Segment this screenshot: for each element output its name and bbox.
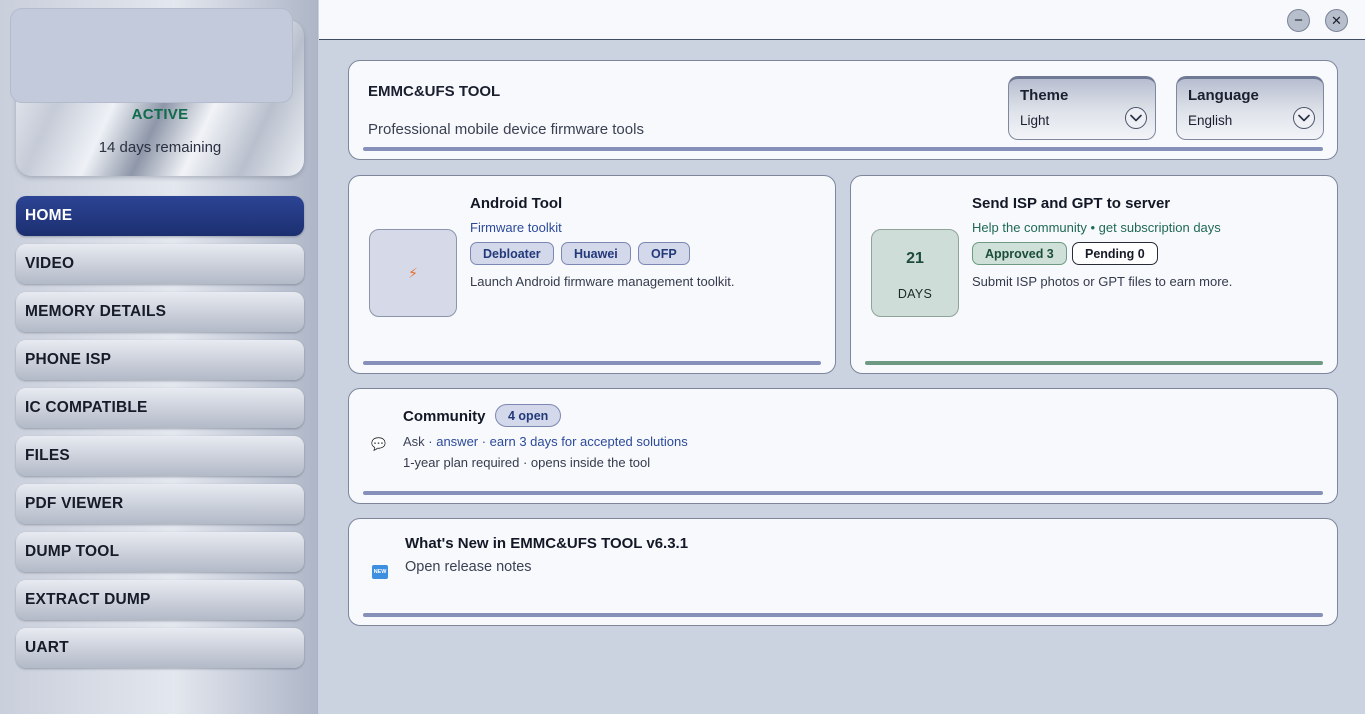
sidebar-item-extract-dump[interactable]: EXTRACT DUMP [16, 580, 304, 620]
whats-new-title: What's New in EMMC&UFS TOOL v6.3.1 [405, 535, 689, 552]
theme-select[interactable]: Theme Light [1008, 76, 1156, 140]
community-title: Community [403, 408, 486, 425]
sidebar-item-memory-details[interactable]: MEMORY DETAILS [16, 292, 304, 332]
community-requirement: 1-year plan required · opens inside the … [403, 455, 651, 470]
android-tool-accent-bar [363, 361, 821, 365]
whats-new-card[interactable]: NEW What's New in EMMC&UFS TOOL v6.3.1 O… [348, 518, 1338, 626]
minimize-icon: − [1294, 12, 1303, 29]
chat-bubble-icon: 💬 [371, 437, 386, 451]
sidebar-nav: HOME VIDEO MEMORY DETAILS PHONE ISP IC C… [16, 196, 304, 676]
chevron-down-icon[interactable] [1125, 107, 1147, 129]
theme-value: Light [1020, 113, 1050, 128]
community-card[interactable]: 💬 Community 4 open Ask · answer · earn 3… [348, 388, 1338, 504]
days-reward-tile: 21 DAYS [871, 229, 959, 317]
license-header-panel [10, 8, 293, 103]
theme-label: Theme [1020, 87, 1069, 104]
sidebar-item-phone-isp[interactable]: PHONE ISP [16, 340, 304, 380]
language-select[interactable]: Language English [1176, 76, 1324, 140]
community-tagline-rest: · answer · earn 3 days for accepted solu… [424, 434, 688, 449]
app-header-card: EMMC&UFS TOOL Professional mobile device… [348, 60, 1338, 160]
community-tagline: Ask · answer · earn 3 days for accepted … [403, 434, 688, 449]
pending-badge[interactable]: Pending 0 [1072, 242, 1158, 265]
license-days-remaining: 14 days remaining [98, 139, 222, 156]
android-tool-title: Android Tool [470, 195, 563, 212]
community-open-badge[interactable]: 4 open [495, 404, 562, 427]
title-bar: − ✕ [319, 0, 1365, 40]
whats-new-accent-bar [363, 613, 1323, 617]
approved-badge[interactable]: Approved 3 [972, 242, 1067, 265]
send-isp-card[interactable]: 21 DAYS Send ISP and GPT to server Help … [850, 175, 1338, 374]
close-icon: ✕ [1331, 12, 1342, 28]
sidebar-item-pdf-viewer[interactable]: PDF VIEWER [16, 484, 304, 524]
chip-ofp[interactable]: OFP [638, 242, 690, 265]
sidebar-item-video[interactable]: VIDEO [16, 244, 304, 284]
sidebar-item-files[interactable]: FILES [16, 436, 304, 476]
chip-huawei[interactable]: Huawei [561, 242, 631, 265]
sidebar-item-uart[interactable]: UART [16, 628, 304, 668]
community-accent-bar [363, 491, 1323, 495]
isp-subtitle: Help the community • get subscription da… [972, 220, 1221, 235]
new-badge-icon: NEW [372, 565, 388, 579]
app-subtitle: Professional mobile device firmware tool… [368, 121, 644, 138]
header-accent-bar [363, 147, 1323, 151]
days-value: 21 [906, 250, 924, 267]
android-tool-description: Launch Android firmware management toolk… [470, 274, 735, 289]
sidebar-item-dump-tool[interactable]: DUMP TOOL [16, 532, 304, 572]
android-tool-subtitle: Firmware toolkit [470, 220, 562, 235]
isp-accent-bar [865, 361, 1323, 365]
chip-debloater[interactable]: Debloater [470, 242, 554, 265]
app-title: EMMC&UFS TOOL [368, 83, 501, 100]
release-notes-link[interactable]: Open release notes [405, 559, 532, 575]
sidebar: ACTIVE 14 days remaining HOME VIDEO MEMO… [0, 0, 318, 714]
android-tool-tile[interactable]: ⚡ [369, 229, 457, 317]
sidebar-item-home[interactable]: HOME [16, 196, 304, 236]
language-value: English [1188, 113, 1233, 128]
chevron-down-icon[interactable] [1293, 107, 1315, 129]
minimize-button[interactable]: − [1287, 9, 1310, 32]
days-label: DAYS [897, 287, 933, 301]
isp-description: Submit ISP photos or GPT files to earn m… [972, 274, 1233, 289]
bolt-icon: ⚡ [408, 264, 418, 281]
sidebar-item-ic-compatible[interactable]: IC COMPATIBLE [16, 388, 304, 428]
android-tool-card[interactable]: ⚡ Android Tool Firmware toolkit Debloate… [348, 175, 836, 374]
close-button[interactable]: ✕ [1325, 9, 1348, 32]
community-ask: Ask [403, 434, 425, 449]
license-status: ACTIVE [131, 106, 189, 123]
isp-title: Send ISP and GPT to server [972, 195, 1171, 212]
language-label: Language [1188, 87, 1259, 104]
